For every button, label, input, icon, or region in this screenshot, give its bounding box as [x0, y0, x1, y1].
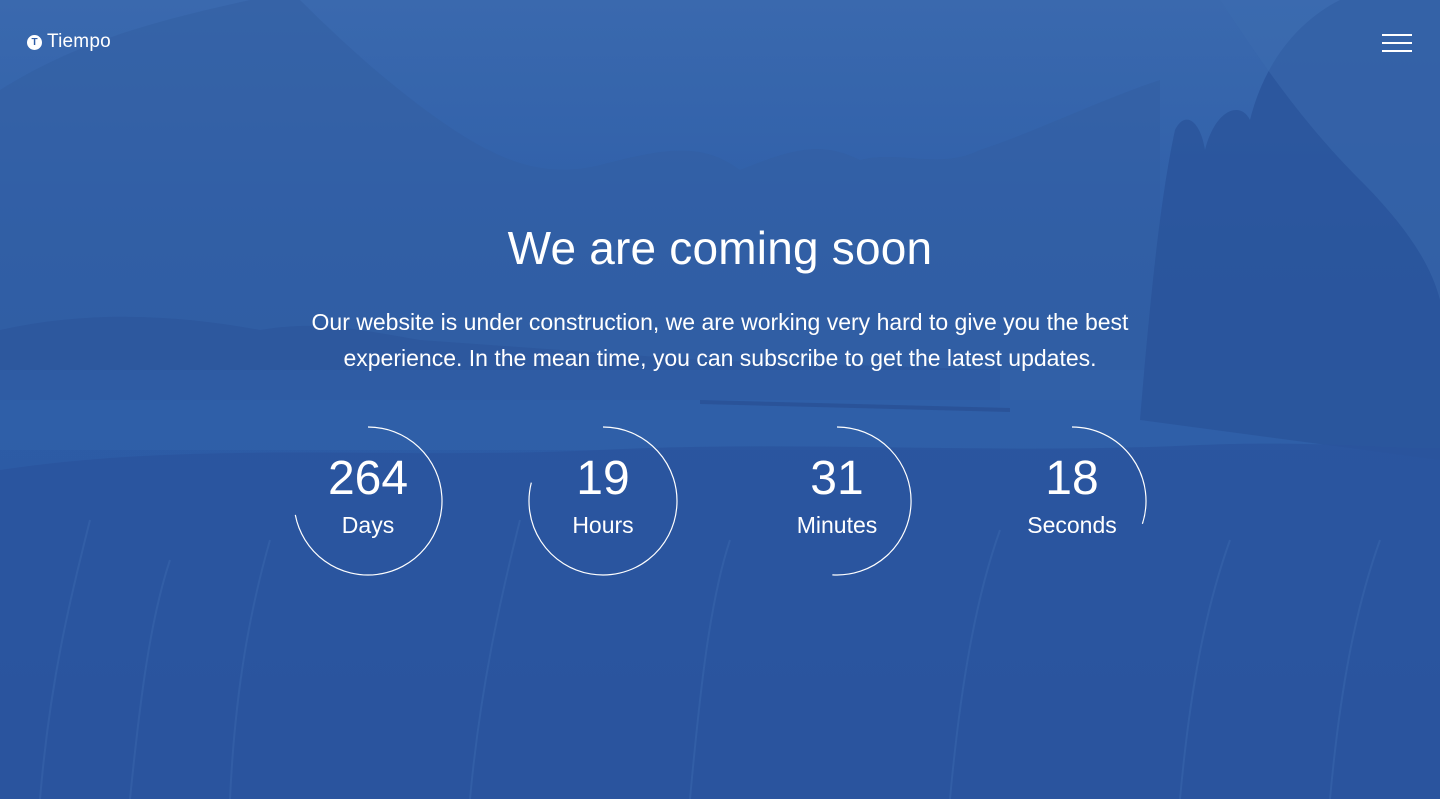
countdown-hours-value: 19 — [576, 452, 630, 505]
background-landscape — [0, 0, 1440, 799]
countdown-minutes-value: 31 — [810, 452, 864, 505]
countdown-minutes: 31 Minutes — [759, 423, 915, 579]
menu-line — [1382, 42, 1412, 44]
hero-description: Our website is under construction, we ar… — [311, 309, 1129, 371]
countdown-days: 264 Days — [290, 423, 446, 579]
countdown-seconds-label: Seconds — [1027, 512, 1117, 538]
brand-name: Tiempo — [47, 31, 111, 52]
menu-line — [1382, 34, 1412, 36]
countdown-minutes-label: Minutes — [796, 512, 878, 538]
page-title: We are coming soon — [507, 222, 933, 274]
countdown-days-label: Days — [341, 512, 395, 538]
hero-section: We are coming soon Our website is under … — [0, 218, 1440, 376]
countdown-hours-label: Hours — [572, 512, 634, 538]
top-navigation-bar: T Tiempo — [0, 0, 1440, 84]
countdown-seconds: 18 Seconds — [994, 423, 1150, 579]
menu-line — [1382, 50, 1412, 52]
countdown-hours: 19 Hours — [525, 423, 681, 579]
tiempo-logo-icon: T — [27, 34, 42, 50]
countdown-seconds-value: 18 — [1045, 452, 1099, 505]
hamburger-menu-icon[interactable] — [1380, 31, 1414, 55]
brand-logo-link[interactable]: T Tiempo — [27, 30, 111, 54]
countdown-days-value: 264 — [327, 452, 409, 505]
